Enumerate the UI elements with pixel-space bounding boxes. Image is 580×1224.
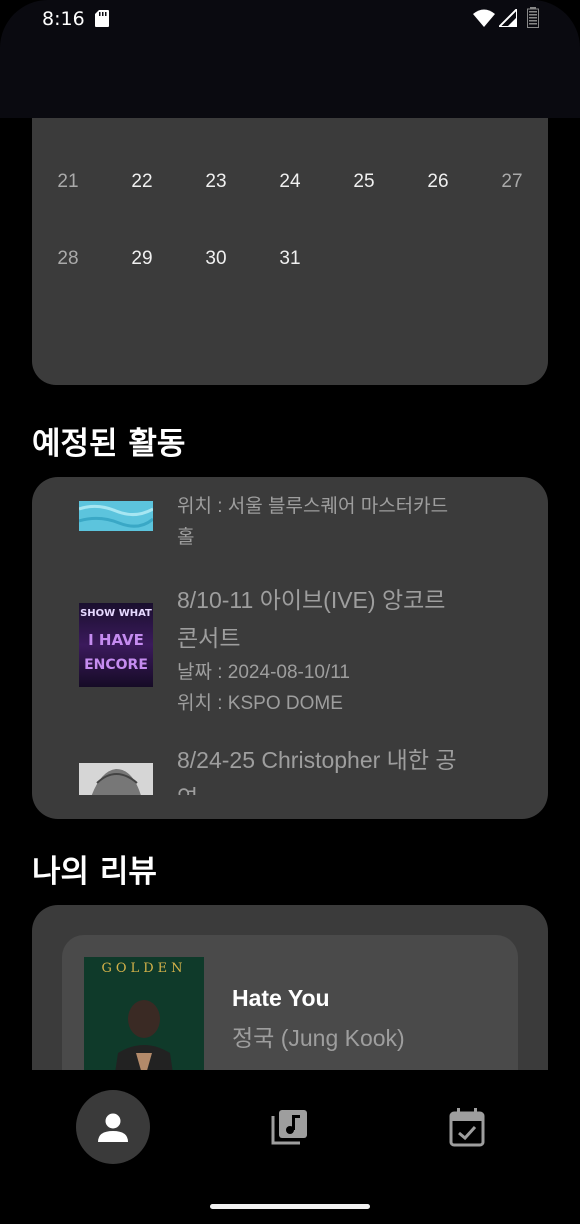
activity-title-cont: 연 (177, 779, 497, 795)
nav-profile-button[interactable] (76, 1090, 150, 1164)
activity-title: 8/10-11 아이브(IVE) 앙코르 (177, 587, 446, 613)
review-artist: 정국 (Jung Kook) (232, 1025, 405, 1051)
calendar-day[interactable]: 26 (408, 171, 468, 193)
home-indicator[interactable] (210, 1204, 370, 1209)
calendar-day[interactable]: 27 (482, 171, 542, 193)
concert-poster-image (79, 763, 153, 795)
concert-poster-image (79, 501, 153, 531)
calendar-day[interactable]: 30 (186, 248, 246, 270)
activity-title-cont: 콘서트 (177, 625, 241, 651)
poster-text: I HAVE (88, 631, 144, 649)
ive-concert-poster-image: SHOW WHAT I HAVE ENCORE (79, 603, 153, 687)
reviews-section-title: 나의 리뷰 (32, 854, 157, 890)
activity-location: 위치 : KSPO DOME (177, 693, 343, 714)
review-item[interactable]: GOLDEN Hate You 정국 (Jung Kook) (62, 935, 518, 1070)
poster-text: ENCORE (84, 657, 148, 673)
main-scroll-area[interactable]: 21 22 23 24 25 26 27 28 29 30 31 예정된 활동 (0, 118, 580, 1070)
calendar-check-icon (449, 1108, 485, 1147)
activity-location-cont: 홀 (177, 527, 195, 548)
calendar-day[interactable]: 31 (260, 248, 320, 270)
activity-location: 위치 : 서울 블루스퀘어 마스터카드 (177, 496, 449, 517)
review-song-title: Hate You (232, 985, 330, 1011)
activity-date: 날짜 : 2024-08-10/11 (177, 662, 350, 683)
status-time: 8:16 (42, 8, 85, 30)
phone-screen: 8:16 21 22 23 24 25 26 27 28 29 30 31 예정… (0, 0, 580, 1224)
activity-title: 8/24-25 Christopher 내한 공 (177, 747, 457, 773)
calendar-day[interactable]: 21 (38, 171, 98, 193)
status-bar: 8:16 (0, 0, 580, 118)
upcoming-section-title: 예정된 활동 (32, 426, 186, 462)
album-cover-image: GOLDEN (84, 957, 204, 1070)
nav-calendar-button[interactable] (430, 1090, 504, 1164)
calendar-day[interactable]: 22 (112, 171, 172, 193)
wifi-icon (473, 9, 495, 27)
calendar-day[interactable]: 23 (186, 171, 246, 193)
calendar-day[interactable]: 28 (38, 248, 98, 270)
activity-list[interactable]: 위치 : 서울 블루스퀘어 마스터카드 홀 SHOW WHAT I HAVE E… (32, 491, 548, 795)
music-library-icon (271, 1110, 307, 1145)
bottom-navigation (0, 1070, 580, 1224)
calendar-day[interactable]: 24 (260, 171, 320, 193)
calendar-card: 21 22 23 24 25 26 27 28 29 30 31 (32, 118, 548, 385)
album-figure-icon (115, 1000, 173, 1070)
poster-text: SHOW WHAT (80, 608, 152, 619)
nav-music-button[interactable] (253, 1090, 327, 1164)
battery-icon (527, 7, 539, 28)
upcoming-activities-card: 위치 : 서울 블루스퀘어 마스터카드 홀 SHOW WHAT I HAVE E… (32, 477, 548, 819)
profile-icon (98, 1113, 128, 1142)
calendar-day[interactable]: 29 (112, 248, 172, 270)
calendar-day[interactable]: 25 (334, 171, 394, 193)
sd-card-icon (95, 10, 109, 27)
reviews-card: GOLDEN Hate You 정국 (Jung Kook) (32, 905, 548, 1070)
signal-icon (499, 9, 517, 27)
